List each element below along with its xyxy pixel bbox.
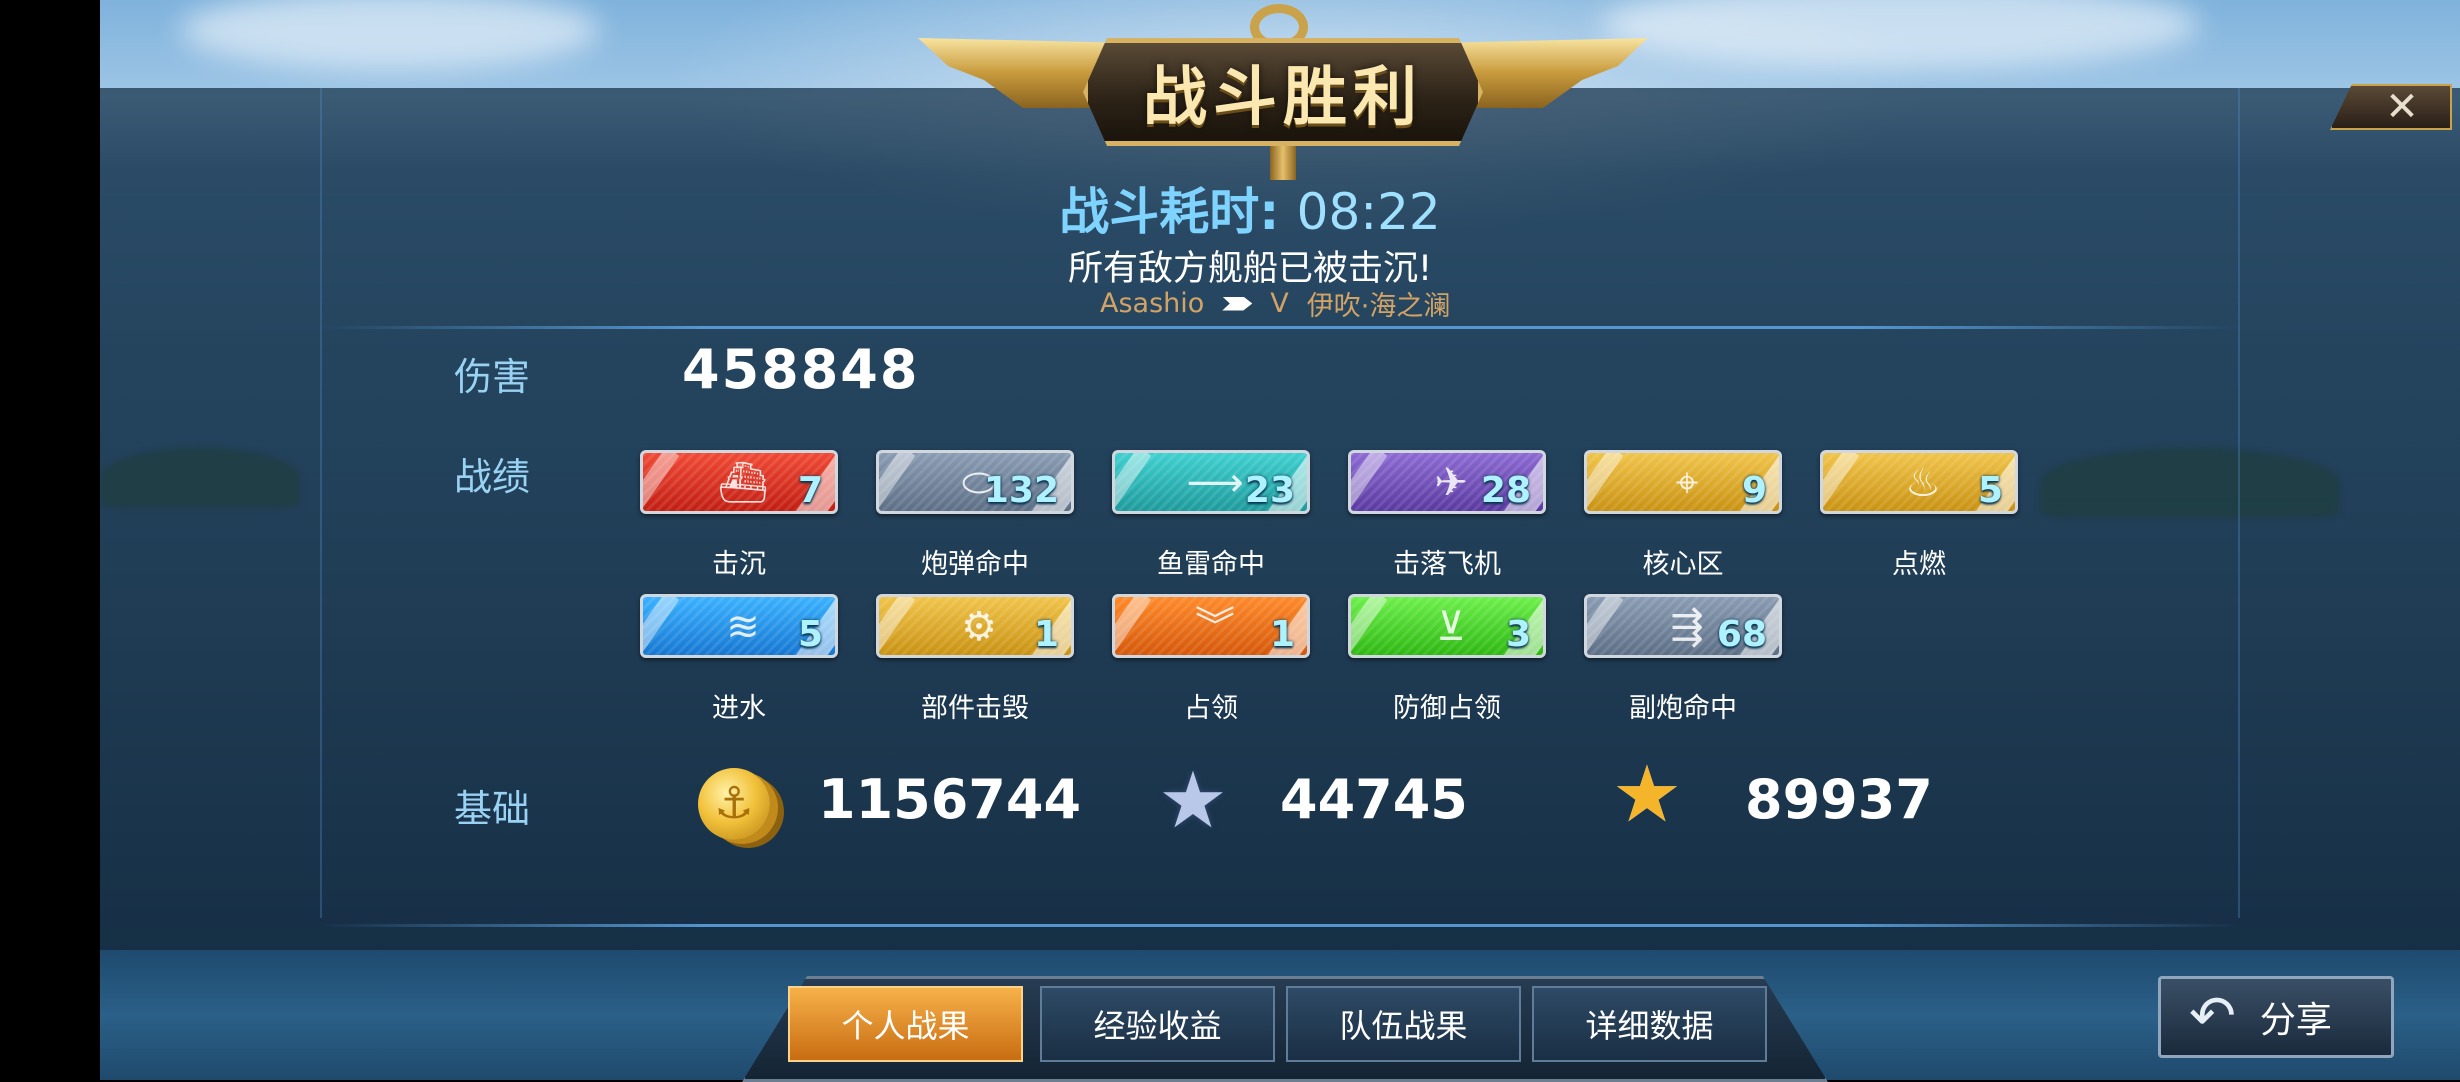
badge-count: 28 <box>1480 470 1531 511</box>
divider <box>320 924 2240 927</box>
record-badge: ⌖ 9 <box>1584 450 1782 514</box>
frame-line <box>2238 88 2240 918</box>
credits-coin-icon: ⚓ <box>698 768 770 840</box>
battle-duration: 战斗耗时: 08:22 <box>900 172 1600 244</box>
sunk-ship-icon: ⛴ <box>717 460 769 506</box>
badge-label: 副炮命中 <box>1629 693 1737 724</box>
record-badge: ⚙ 1 <box>876 594 1074 658</box>
badge-label: 防御占领 <box>1393 693 1501 724</box>
module-destroyed-icon: ⚙ <box>961 604 997 650</box>
record-label: 战绩 <box>454 455 531 499</box>
base-label: 基础 <box>454 787 531 831</box>
damage-value: 458848 <box>682 338 920 401</box>
badge-stripe <box>1587 453 1624 511</box>
banner-plate: 战斗胜利 <box>1083 38 1483 146</box>
credits-value: 1156744 <box>818 768 1082 831</box>
ship-name: 伊吹·海之澜 <box>1306 291 1451 322</box>
badge-label: 击落飞机 <box>1393 549 1501 580</box>
record-badge: ⇶ 68 <box>1584 594 1782 658</box>
badge-stripe <box>643 453 680 511</box>
ship-tier: V <box>1270 288 1289 319</box>
badge-stripe <box>879 453 916 511</box>
badge-label: 点燃 <box>1892 549 1946 580</box>
badge-count: 7 <box>797 470 823 511</box>
badge-count: 5 <box>1977 470 2003 511</box>
damage-label: 伤害 <box>454 355 531 399</box>
xp-star-icon: ★ <box>1158 756 1228 846</box>
badge-stripe <box>1115 597 1152 655</box>
battle-duration-label: 战斗耗时: <box>1059 183 1280 241</box>
defend-capture-icon: ⊻ <box>1436 604 1466 650</box>
tab-team-result[interactable]: 队伍战果 <box>1286 986 1521 1062</box>
badge-stripe <box>879 597 916 655</box>
badge-count: 1 <box>1033 614 1059 655</box>
badge-stripe <box>1823 453 1860 511</box>
share-button[interactable]: ↶ 分享 <box>2158 976 2394 1058</box>
island <box>100 448 300 508</box>
record-badge: ⟶ 23 <box>1112 450 1310 514</box>
player-ship-line: Asashio V 伊吹·海之澜 <box>1100 284 1600 323</box>
badge-count: 1 <box>1269 614 1295 655</box>
badge-label: 占领 <box>1184 693 1238 724</box>
badge-label: 核心区 <box>1642 549 1724 580</box>
tab-personal-result[interactable]: 个人战果 <box>788 986 1023 1062</box>
badge-count: 68 <box>1716 614 1767 655</box>
tab-detail-data[interactable]: 详细数据 <box>1532 986 1767 1062</box>
fire-icon: ♨ <box>1905 460 1941 506</box>
victory-banner: 战斗胜利 <box>918 4 1648 180</box>
tab-xp-gain[interactable]: 经验收益 <box>1040 986 1275 1062</box>
badge-label: 部件击毁 <box>921 693 1029 724</box>
badge-label: 击沉 <box>712 549 766 580</box>
badge-stripe <box>1115 453 1152 511</box>
divider <box>320 326 2240 329</box>
badge-count: 5 <box>797 614 823 655</box>
badge-stripe <box>643 597 680 655</box>
badge-stripe <box>1351 453 1388 511</box>
record-badge: ︾ 1 <box>1112 594 1310 658</box>
badge-count: 23 <box>1244 470 1295 511</box>
badge-count: 3 <box>1505 614 1531 655</box>
record-badge: ⛴ 7 <box>640 450 838 514</box>
badge-count: 132 <box>983 470 1059 511</box>
capture-icon: ︾ <box>1195 604 1235 650</box>
banner-title: 战斗胜利 <box>1143 61 1423 135</box>
flooding-icon: ≋ <box>726 604 760 650</box>
citadel-icon: ⌖ <box>1675 460 1699 506</box>
cloud <box>1600 0 2200 70</box>
cloud <box>180 0 600 70</box>
share-label: 分享 <box>2259 1000 2332 1041</box>
close-icon: ✕ <box>2385 84 2419 130</box>
badge-label: 炮弹命中 <box>921 549 1029 580</box>
commander-xp-value: 89937 <box>1745 768 1933 831</box>
record-badge: ✈ 28 <box>1348 450 1546 514</box>
record-badge: ♨ 5 <box>1820 450 2018 514</box>
commander-xp-star-icon: ★ <box>1612 750 1682 840</box>
record-badge: ≋ 5 <box>640 594 838 658</box>
xp-value: 44745 <box>1280 768 1468 831</box>
badge-label: 鱼雷命中 <box>1157 549 1265 580</box>
badge-count: 9 <box>1741 470 1767 511</box>
badge-stripe <box>1351 597 1388 655</box>
badge-stripe <box>1587 597 1624 655</box>
record-badge: ⊻ 3 <box>1348 594 1546 658</box>
record-badge: ⬭ 132 <box>876 450 1074 514</box>
battle-duration-value: 08:22 <box>1296 183 1441 241</box>
flag-icon <box>1222 296 1253 311</box>
frame-line <box>320 88 322 918</box>
player-name: Asashio <box>1100 288 1205 319</box>
badge-label: 进水 <box>712 693 766 724</box>
share-arrow-icon: ↶ <box>2189 984 2236 1049</box>
island <box>2040 448 2340 518</box>
